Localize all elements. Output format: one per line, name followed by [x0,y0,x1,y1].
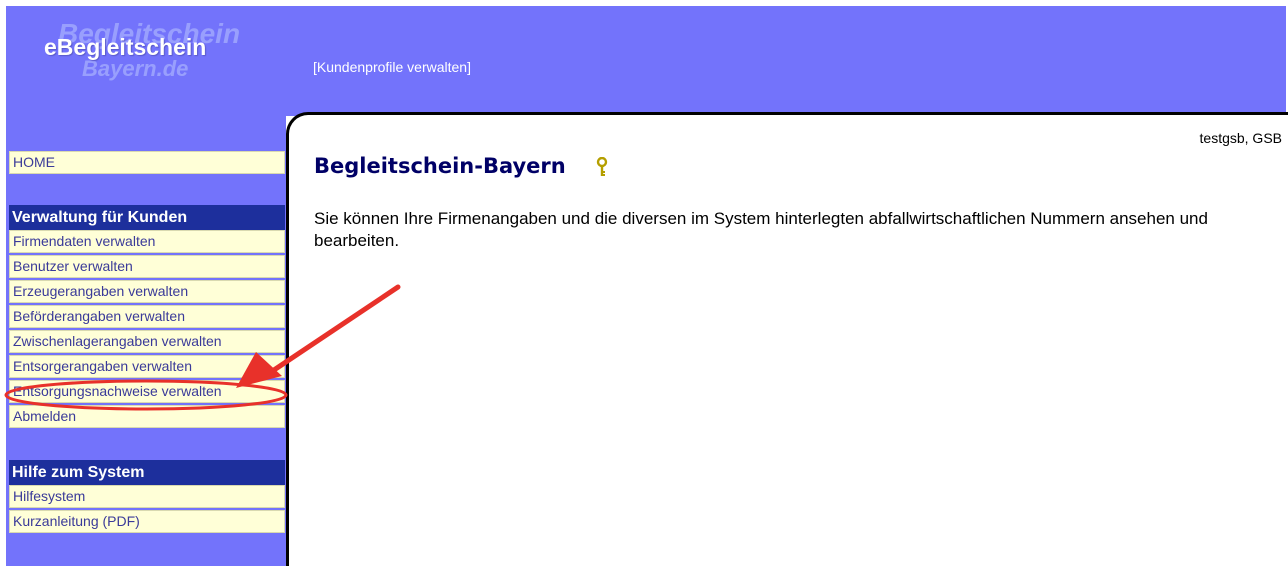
key-icon[interactable] [596,156,608,182]
sidebar-item-erzeuger[interactable]: Erzeugerangaben verwalten [9,280,285,303]
sidebar: HOME Verwaltung für Kunden Firmendaten v… [6,116,286,566]
header-bar: Begleitschein Bayern.de eBegleitschein [… [6,6,1286,116]
sidebar-item-entsorger[interactable]: Entsorgerangaben verwalten [9,355,285,378]
logo-text: eBegleitschein [44,34,207,60]
sidebar-item-kurzanleitung[interactable]: Kurzanleitung (PDF) [9,510,285,533]
key-icon-svg [596,156,608,176]
content-panel [286,112,1288,566]
sidebar-heading-hilfe: Hilfe zum System [9,460,285,485]
logo[interactable]: Begleitschein Bayern.de eBegleitschein [44,18,244,90]
header-section-title: [Kundenprofile verwalten] [313,59,471,75]
sidebar-heading-verwaltung: Verwaltung für Kunden [9,205,285,230]
sidebar-item-home[interactable]: HOME [9,151,285,174]
sidebar-item-abmelden[interactable]: Abmelden [9,405,285,428]
sidebar-item-zwischenlager[interactable]: Zwischenlagerangaben verwalten [9,330,285,353]
user-info: testgsb, GSB [1199,130,1282,146]
sidebar-item-hilfesystem[interactable]: Hilfesystem [9,485,285,508]
intro-text: Sie können Ihre Firmenangaben und die di… [314,209,1208,250]
sidebar-item-benutzer[interactable]: Benutzer verwalten [9,255,285,278]
page-title: Begleitschein-Bayern [314,154,566,178]
sidebar-item-firmendaten[interactable]: Firmendaten verwalten [9,230,285,253]
sidebar-item-befoerderer[interactable]: Beförderangaben verwalten [9,305,285,328]
sidebar-item-entsorgungsnachweise[interactable]: Entsorgungsnachweise verwalten [9,380,285,403]
page: Begleitschein Bayern.de eBegleitschein [… [0,0,1288,566]
